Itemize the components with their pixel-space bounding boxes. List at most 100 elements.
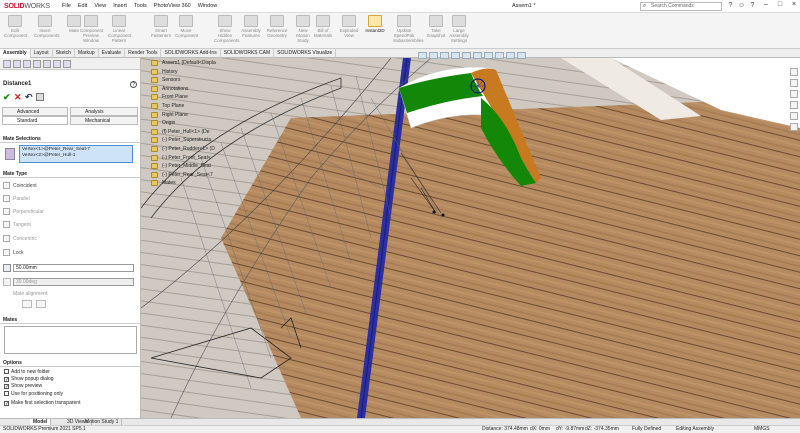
mate-concentric[interactable]: Concentric: [3, 235, 37, 242]
checkmark-icon[interactable]: ✓: [4, 401, 9, 407]
mate-lock[interactable]: Lock: [3, 249, 24, 256]
tree-item[interactable]: Sensors: [147, 76, 227, 85]
zoom-to-fit-icon[interactable]: [418, 52, 427, 59]
menu-view[interactable]: View: [94, 3, 106, 9]
view-orientation-icon[interactable]: [462, 52, 471, 59]
ribbon-button-edit-component[interactable]: Edit Component: [4, 15, 27, 38]
tab-render-tools[interactable]: Render Tools: [125, 49, 162, 58]
mate-tangent[interactable]: Tangent: [3, 221, 31, 228]
custom-properties-icon[interactable]: [790, 123, 798, 131]
ribbon-button-move-component[interactable]: Move Component: [175, 15, 198, 38]
tab-analysis[interactable]: Analysis: [70, 107, 138, 116]
tab-solidworks-add-ins[interactable]: SOLIDWORKS Add-Ins: [161, 49, 221, 58]
tree-item[interactable]: (-) Peter_Front_Seat<: [147, 154, 227, 163]
view-settings-icon[interactable]: [517, 52, 526, 59]
ribbon-button-linear-component-pattern[interactable]: Linear Component Pattern: [108, 15, 131, 43]
previous-view-icon[interactable]: [440, 52, 449, 59]
tree-item[interactable]: (-) Peter_Rudder<1> (D: [147, 145, 227, 154]
menu-tools[interactable]: Tools: [134, 3, 147, 9]
tab-layout[interactable]: Layout: [31, 49, 53, 58]
section-view-icon[interactable]: [451, 52, 460, 59]
ribbon-button-bill-of-materials[interactable]: Bill of Materials: [312, 15, 334, 38]
tree-item[interactable]: (-) Peter_Middle_Seat: [147, 162, 227, 171]
appearances-icon[interactable]: [790, 112, 798, 120]
mate-selections-header[interactable]: Mate Selections: [0, 135, 140, 143]
tab-solidworks-cam[interactable]: SOLIDWORKS CAM: [221, 49, 275, 58]
mates-list[interactable]: [4, 326, 137, 354]
tab-assembly[interactable]: Assembly: [0, 49, 31, 58]
distance-input[interactable]: 50.00mm: [13, 264, 134, 272]
tab-sketch[interactable]: Sketch: [53, 49, 75, 58]
tree-item[interactable]: (-) Peter_Superstructu: [147, 136, 227, 145]
tree-item[interactable]: Front Plane: [147, 93, 227, 102]
mate-type-header[interactable]: Mate Type: [0, 170, 140, 178]
tree-item[interactable]: (f) Peter_Hull<1> (De: [147, 128, 227, 137]
checkbox-icon[interactable]: [4, 391, 9, 396]
checkmark-icon[interactable]: ✓: [4, 384, 9, 390]
maximize-icon[interactable]: □: [776, 1, 784, 8]
tab-evaluate[interactable]: Evaluate: [99, 49, 126, 58]
help-button[interactable]: ?: [130, 81, 137, 88]
aligned-icon[interactable]: [22, 300, 32, 308]
cancel-icon[interactable]: ✕: [14, 92, 22, 103]
configuration-manager-icon[interactable]: [23, 60, 31, 68]
anti-aligned-icon[interactable]: [36, 300, 46, 308]
appearance-icon[interactable]: [495, 52, 504, 59]
ribbon-button-new-motion-study[interactable]: New Motion Study: [292, 15, 314, 43]
solidworks-logo[interactable]: SOLIDWORKS: [4, 3, 50, 10]
ribbon-button-assembly-features[interactable]: Assembly Features: [240, 15, 262, 38]
feature-manager-icon[interactable]: [3, 60, 11, 68]
ribbon-button-reference-geometry[interactable]: Reference Geometry: [266, 15, 288, 38]
tree-item[interactable]: History: [147, 68, 227, 77]
tree-item[interactable]: Annotations: [147, 85, 227, 94]
dimxpert-icon[interactable]: [33, 60, 41, 68]
tree-item[interactable]: Right Plane: [147, 111, 227, 120]
option-checkbox[interactable]: ✓ Show preview: [4, 383, 42, 390]
menu-edit[interactable]: Edit: [78, 3, 87, 9]
pushpin-icon[interactable]: [36, 93, 44, 101]
tab-markup[interactable]: Markup: [75, 49, 99, 58]
ribbon-button-instant3d[interactable]: Instant3D: [364, 15, 386, 33]
scene-icon[interactable]: [506, 52, 515, 59]
search-input[interactable]: ⌕ Search Commands: [640, 2, 722, 11]
file-explorer-icon[interactable]: [790, 90, 798, 98]
tree-item[interactable]: (-) Peter_Rear_Seat<7: [147, 171, 227, 180]
tree-item[interactable]: Top Plane: [147, 102, 227, 111]
resources-icon[interactable]: [790, 68, 798, 76]
mate-parallel[interactable]: Parallel: [3, 195, 30, 202]
menu-window[interactable]: Window: [198, 3, 218, 9]
ribbon-button-show-hidden-components[interactable]: Show Hidden Components: [214, 15, 240, 43]
unit-system[interactable]: MMGS: [754, 426, 770, 433]
option-checkbox[interactable]: ✓ Make first selection transparent: [4, 400, 80, 407]
tab-advanced[interactable]: Advanced: [2, 107, 68, 116]
menu-photoview[interactable]: PhotoView 360: [154, 3, 191, 9]
hide-show-icon[interactable]: [484, 52, 493, 59]
tree-item[interactable]: Assem1 (Default<Displa: [147, 59, 227, 68]
ribbon-button-component-preview-window[interactable]: Component Preview Window: [80, 15, 103, 43]
option-checkbox[interactable]: Use for positioning only: [4, 391, 63, 397]
tab-mechanical[interactable]: Mechanical: [70, 116, 138, 125]
option-checkbox[interactable]: Add to new folder: [4, 369, 50, 375]
help-icon[interactable]: ?: [727, 2, 734, 10]
options-header[interactable]: Options: [0, 359, 140, 367]
ribbon-button-large-assembly-settings[interactable]: Large Assembly Settings: [448, 15, 470, 43]
property-manager-icon[interactable]: [13, 60, 21, 68]
cam-operation-icon[interactable]: [63, 60, 71, 68]
ok-icon[interactable]: ✔: [3, 92, 11, 103]
ribbon-button-exploded-view[interactable]: Exploded View: [338, 15, 360, 38]
display-style-icon[interactable]: [473, 52, 482, 59]
tab-standard[interactable]: Standard: [2, 116, 68, 125]
tree-item[interactable]: Origin: [147, 119, 227, 128]
checkbox-icon[interactable]: [4, 369, 9, 374]
view-palette-icon[interactable]: [790, 101, 798, 109]
tab-solidworks-visualize[interactable]: SOLIDWORKS Visualize: [274, 49, 337, 58]
user-icon[interactable]: ☺: [738, 2, 745, 10]
menu-file[interactable]: File: [62, 3, 71, 9]
menu-insert[interactable]: Insert: [113, 3, 127, 9]
option-checkbox[interactable]: ✓ Show popup dialog: [4, 376, 54, 383]
zoom-area-icon[interactable]: [429, 52, 438, 59]
ribbon-button-update-speedpak-subassemblies[interactable]: Update SpeedPak Subassemblies: [393, 15, 424, 43]
angle-icon[interactable]: [3, 278, 11, 286]
selection-item[interactable]: Vertex<2>@Peter_Hull-1: [22, 153, 130, 159]
mate-coincident[interactable]: Coincident: [3, 182, 37, 189]
